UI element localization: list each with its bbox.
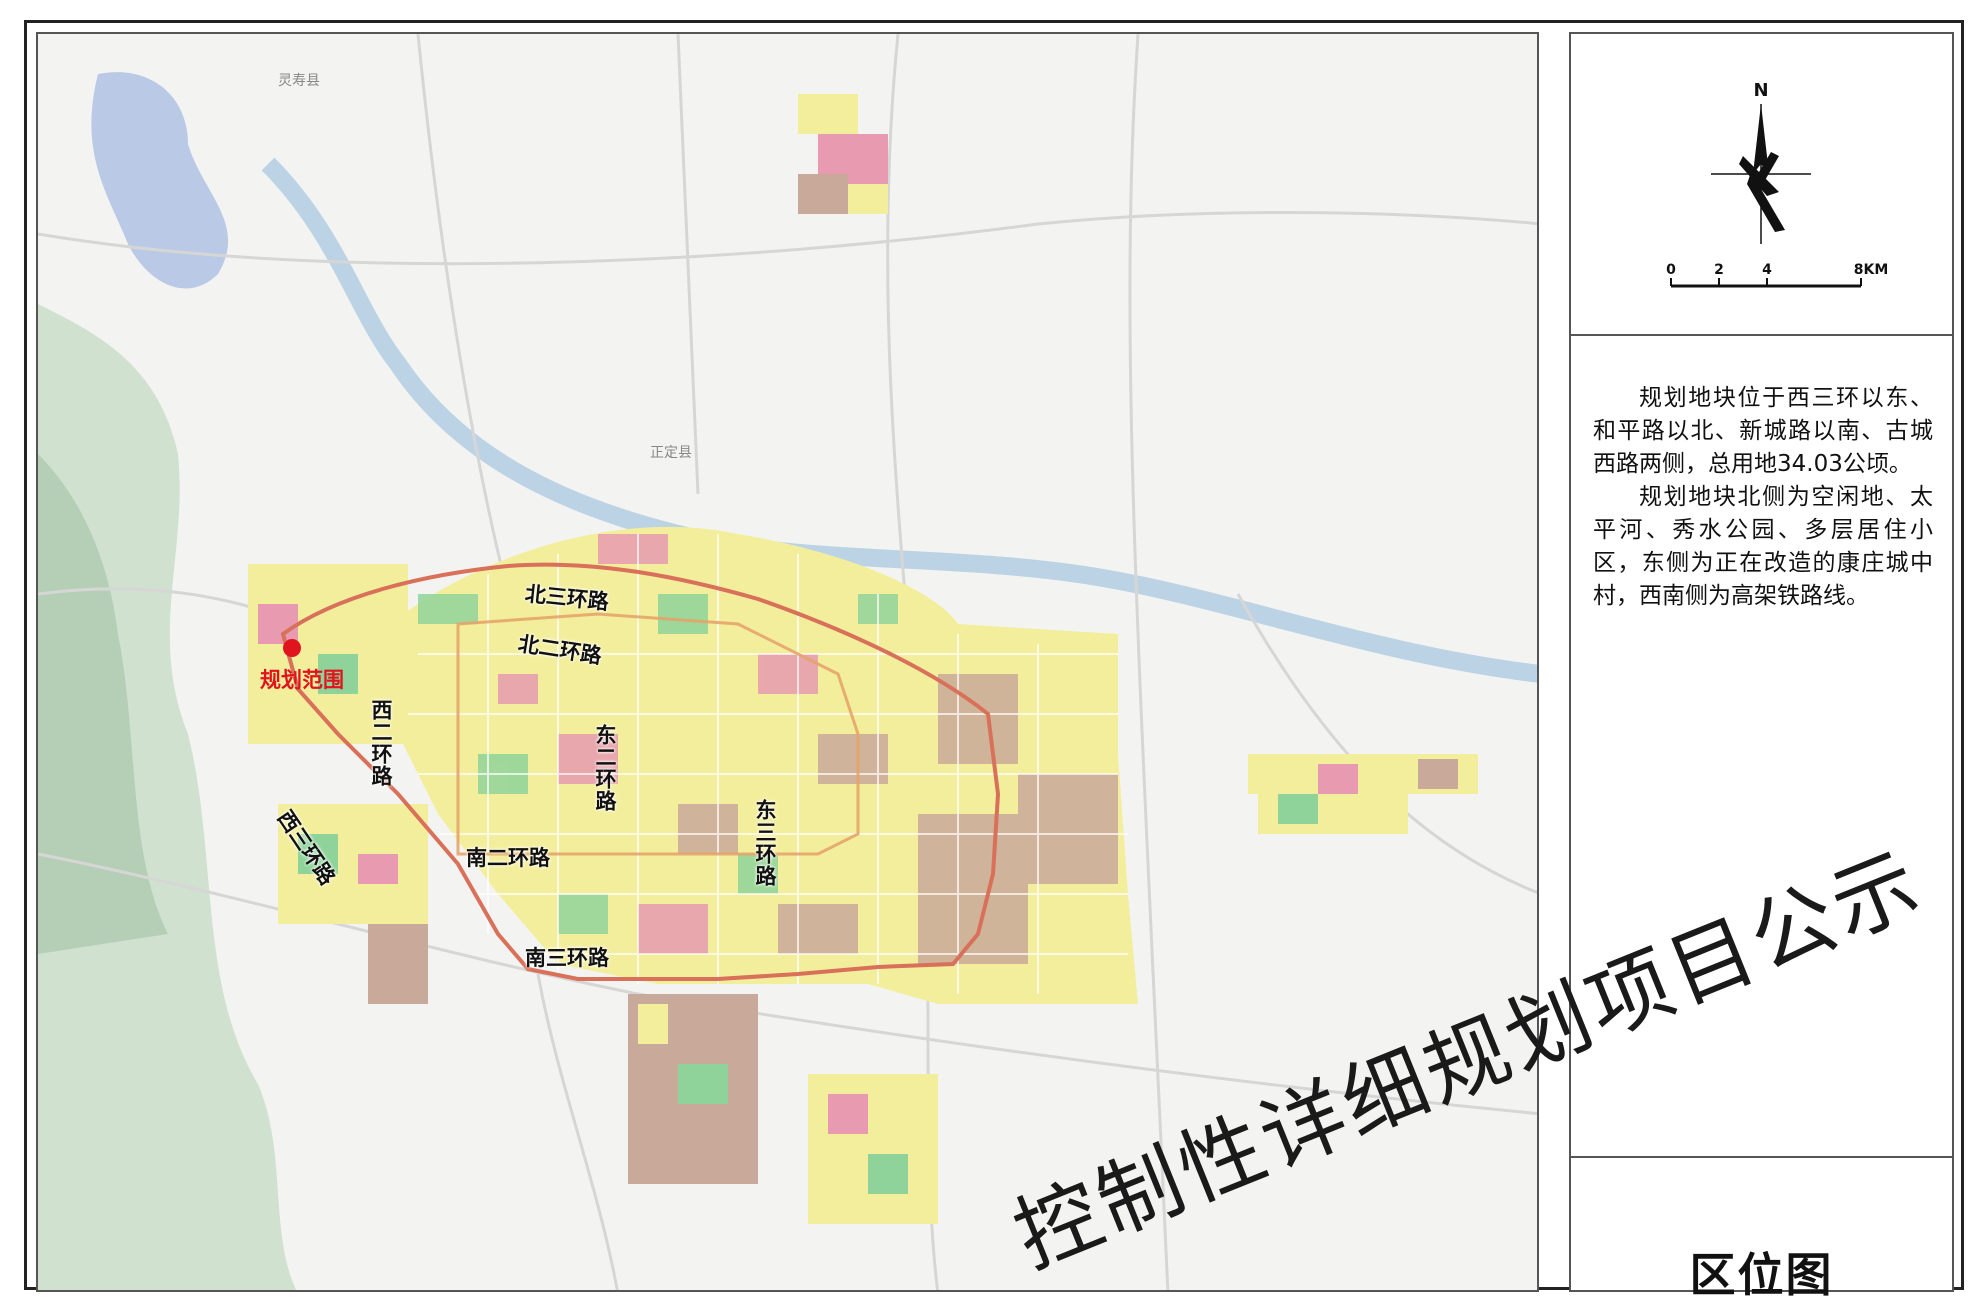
- drawing-title: 区位图: [1689, 1248, 1834, 1302]
- scale-tick-2: 2: [1714, 262, 1724, 278]
- north-arrow-icon: [1711, 104, 1811, 244]
- road-label-west-second-ring: 西二环路: [369, 699, 393, 787]
- road-label-east-third-ring: 东三环路: [753, 799, 777, 887]
- site-description-paragraph-1: 规划地块位于西三环以东、和平路以北、新城路以南、古城西路两侧，总用地34.03公…: [1593, 385, 1933, 477]
- scale-tick-4: 4: [1762, 262, 1772, 278]
- location-map: 北三环路 北二环路 西二环路 东二环路 西三环路 南二环路 东三环路 南三环路 …: [36, 32, 1539, 1292]
- scale-tick-8km: 8KM: [1854, 262, 1889, 278]
- scale-bar: 0 2 4 8KM: [1666, 262, 1889, 288]
- site-marker-icon: [283, 639, 301, 657]
- town-label-zhengding: 正定县: [650, 445, 692, 461]
- scale-tick-0: 0: [1666, 262, 1676, 278]
- road-label-east-second-ring: 东二环路: [593, 724, 617, 812]
- site-description-paragraph-2: 规划地块北侧为空闲地、太平河、秀水公园、多层居住小区，东侧为正在改造的康庄城中村…: [1593, 484, 1933, 609]
- north-label: N: [1753, 80, 1768, 101]
- legend-divider-top: [1571, 334, 1952, 336]
- compass-scale-graphic: N 0 2 4 8KM: [1666, 80, 1889, 288]
- planning-site-label: 规划范围: [260, 668, 344, 692]
- legend-divider-bottom: [1571, 1156, 1952, 1158]
- road-label-south-second-ring: 南二环路: [466, 846, 550, 870]
- map-canvas: [38, 34, 1537, 1290]
- town-label-lingshou: 灵寿县: [278, 73, 320, 89]
- road-label-south-third-ring: 南三环路: [525, 946, 609, 970]
- site-description: 规划地块位于西三环以东、和平路以北、新城路以南、古城西路两侧，总用地34.03公…: [1593, 382, 1933, 613]
- legend-panel: N 0 2 4 8KM 规划地块位于西三环以东、和平路以北、新城路以南、古城西路…: [1569, 32, 1954, 1302]
